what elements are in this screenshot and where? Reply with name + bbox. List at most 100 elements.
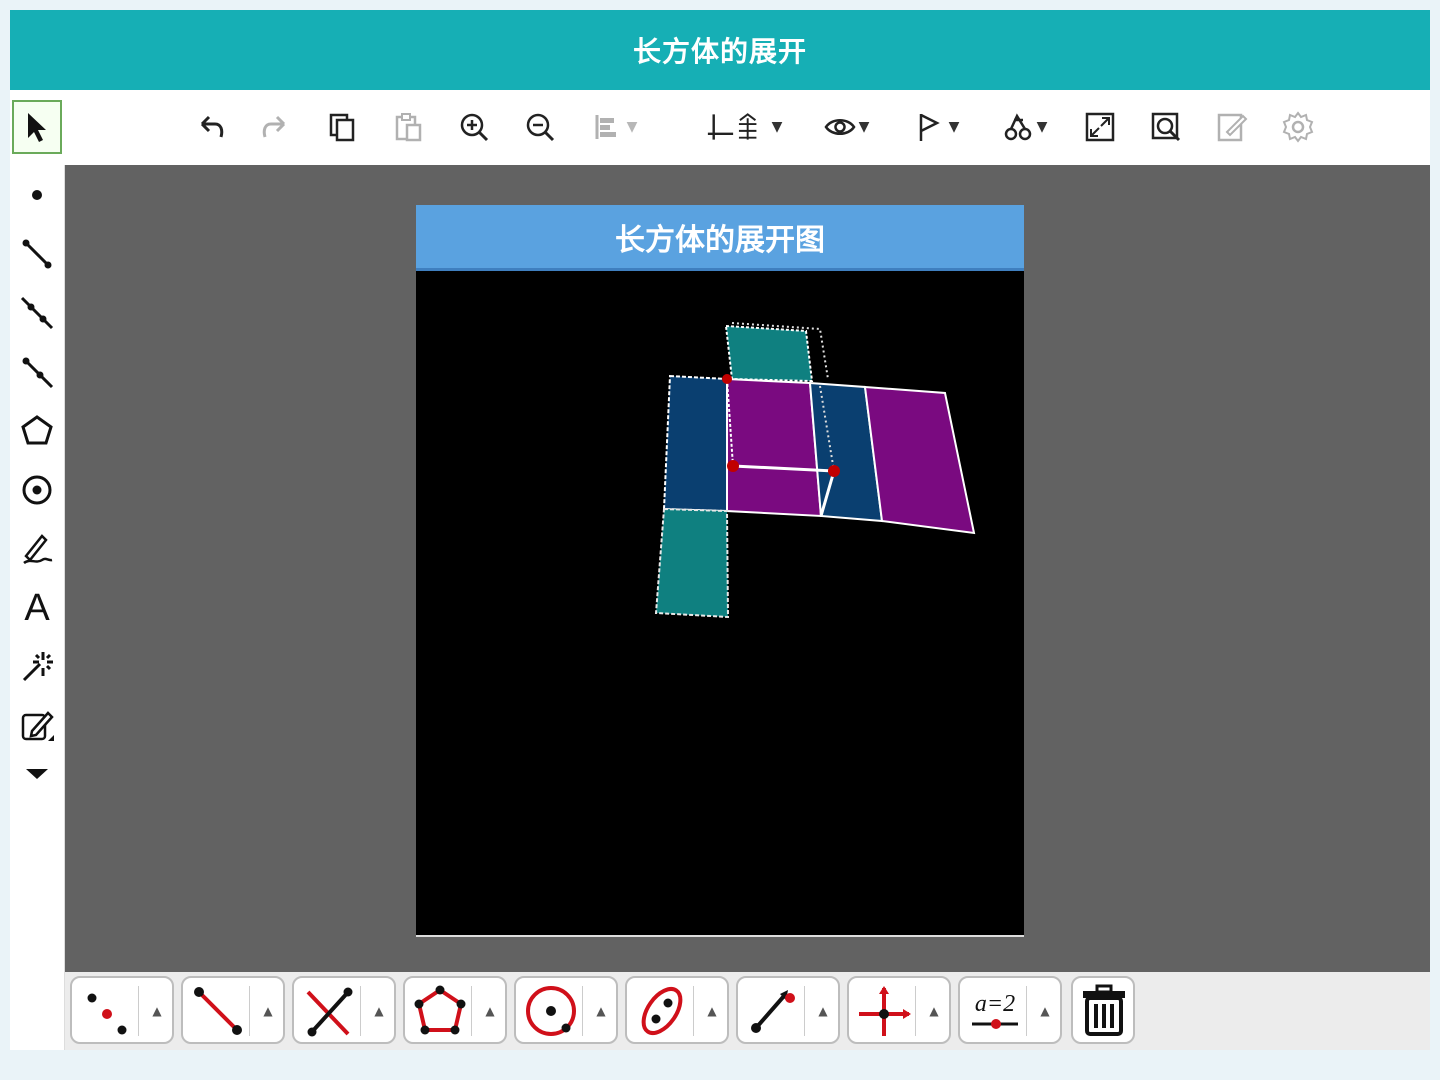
fullscreen-icon: [1085, 112, 1115, 142]
chevron-up-icon[interactable]: ▲: [701, 1000, 723, 1022]
axes-icon: [707, 113, 757, 140]
zoom-in-button[interactable]: [450, 104, 498, 150]
animation-dropdown[interactable]: ▼: [992, 104, 1056, 150]
paste-button[interactable]: [384, 104, 432, 150]
more-tools-button[interactable]: [12, 754, 62, 794]
chevron-up-icon[interactable]: ▲: [590, 1000, 612, 1022]
slider-track: [972, 1019, 1018, 1029]
flag-dropdown[interactable]: ▼: [904, 104, 968, 150]
vertex-point[interactable]: [727, 460, 739, 472]
point-tool[interactable]: [12, 168, 62, 222]
divider: [915, 986, 916, 1036]
app-window: 长方体的展开 A ▼ ▼ ▼ ▼ ▼ 长方体的展开图 ▲ ▲ ▲ ▲ ▲ ▲ ▲…: [10, 10, 1430, 1050]
chevron-up-icon[interactable]: ▲: [1034, 1000, 1056, 1022]
divider: [582, 986, 583, 1036]
zoom-in-icon: [460, 113, 489, 142]
panel-bottom-border: [416, 935, 1024, 937]
divider: [138, 986, 139, 1036]
points-tool-group[interactable]: ▲: [70, 976, 174, 1044]
app-title-bar: 长方体的展开: [10, 10, 1430, 90]
text-tool[interactable]: A: [12, 581, 62, 635]
axes-tool-group[interactable]: ▲: [847, 976, 951, 1044]
chevron-up-icon[interactable]: ▲: [479, 1000, 501, 1022]
chevron-down-icon: ▼: [626, 119, 638, 135]
ray-icon: [22, 357, 54, 389]
ray-tool[interactable]: [12, 345, 62, 399]
sparkle-icon: [22, 652, 53, 682]
chevron-down-icon: [26, 769, 48, 779]
app-title: 长方体的展开: [632, 35, 807, 68]
gear-icon: [1282, 111, 1314, 143]
pointer-arrow-icon: [28, 113, 46, 142]
chevron-up-icon[interactable]: ▲: [368, 1000, 390, 1022]
copy-button[interactable]: [318, 104, 366, 150]
circle-tool-icon: [526, 986, 576, 1036]
select-tool[interactable]: [12, 100, 62, 154]
line-icon: [20, 296, 54, 330]
point-icon: [32, 190, 42, 200]
ellipse-tool-group[interactable]: ▲: [625, 976, 729, 1044]
circle-tool[interactable]: [12, 463, 62, 517]
vertex-point[interactable]: [722, 374, 732, 384]
axes-tool-icon: [859, 986, 911, 1036]
copy-icon: [329, 113, 355, 142]
visibility-dropdown[interactable]: ▼: [814, 104, 878, 150]
align-icon: [595, 115, 616, 139]
fullscreen-button[interactable]: [1076, 104, 1124, 150]
vertex-point[interactable]: [828, 465, 840, 477]
chevron-down-icon: ▼: [948, 119, 960, 135]
align-dropdown[interactable]: ▼: [582, 104, 646, 150]
divider: [1026, 986, 1027, 1036]
polygon-tool-group[interactable]: ▲: [403, 976, 507, 1044]
search-icon: [1151, 112, 1181, 142]
slider-icon: a=2: [966, 982, 1024, 1040]
flag-icon: [919, 113, 940, 141]
find-button[interactable]: [1142, 104, 1190, 150]
line-tool[interactable]: [12, 286, 62, 340]
back-face[interactable]: [863, 385, 976, 535]
undo-icon: [200, 115, 224, 138]
settings-button[interactable]: [1274, 104, 1322, 150]
segment-tool-icon: [194, 987, 242, 1035]
undo-button[interactable]: [186, 104, 234, 150]
top-face[interactable]: [724, 324, 814, 383]
edit-icon: [21, 711, 54, 741]
edit-tool[interactable]: [12, 699, 62, 753]
segment-tool[interactable]: [12, 227, 62, 281]
left-face[interactable]: [662, 374, 728, 513]
divider: [804, 986, 805, 1036]
bottom-face[interactable]: [654, 507, 730, 619]
pen-tool[interactable]: [12, 522, 62, 576]
delete-button[interactable]: [1071, 976, 1135, 1044]
points-icon: [87, 993, 127, 1035]
circle-tool-group[interactable]: ▲: [514, 976, 618, 1044]
slider-tool-group[interactable]: a=2 ▲: [958, 976, 1062, 1044]
effects-tool[interactable]: [12, 640, 62, 694]
chevron-up-icon[interactable]: ▲: [812, 1000, 834, 1022]
redo-button[interactable]: [252, 104, 300, 150]
intersection-tool-group[interactable]: ▲: [292, 976, 396, 1044]
trash-icon: [1083, 984, 1125, 1036]
zoom-out-button[interactable]: [516, 104, 564, 150]
chevron-up-icon[interactable]: ▲: [146, 1000, 168, 1022]
cuboid-net-figure[interactable]: [416, 271, 1024, 935]
panel-title-text: 长方体的展开图: [615, 222, 825, 258]
redo-icon: [262, 115, 286, 138]
ray-tool-group[interactable]: ▲: [736, 976, 840, 1044]
circle-icon: [22, 475, 52, 505]
segment-tool-group[interactable]: ▲: [181, 976, 285, 1044]
divider: [249, 986, 250, 1036]
chevron-up-icon[interactable]: ▲: [923, 1000, 945, 1022]
edit-icon: [1217, 113, 1248, 142]
chevron-up-icon[interactable]: ▲: [257, 1000, 279, 1022]
ellipse-tool-icon: [641, 987, 683, 1035]
coordinate-system-dropdown[interactable]: ▼: [700, 104, 786, 150]
edit-button[interactable]: [1208, 104, 1256, 150]
polygon-tool[interactable]: [12, 404, 62, 458]
content-panel: 长方体的展开图: [416, 205, 1024, 937]
front-face[interactable]: [726, 377, 823, 518]
drawing-canvas[interactable]: 长方体的展开图: [65, 165, 1430, 972]
bottom-toolbar: ▲ ▲ ▲ ▲ ▲ ▲ ▲ ▲ a=2 ▲: [65, 972, 1430, 1050]
slider-label: a=2: [974, 991, 1016, 1017]
divider: [693, 986, 694, 1036]
